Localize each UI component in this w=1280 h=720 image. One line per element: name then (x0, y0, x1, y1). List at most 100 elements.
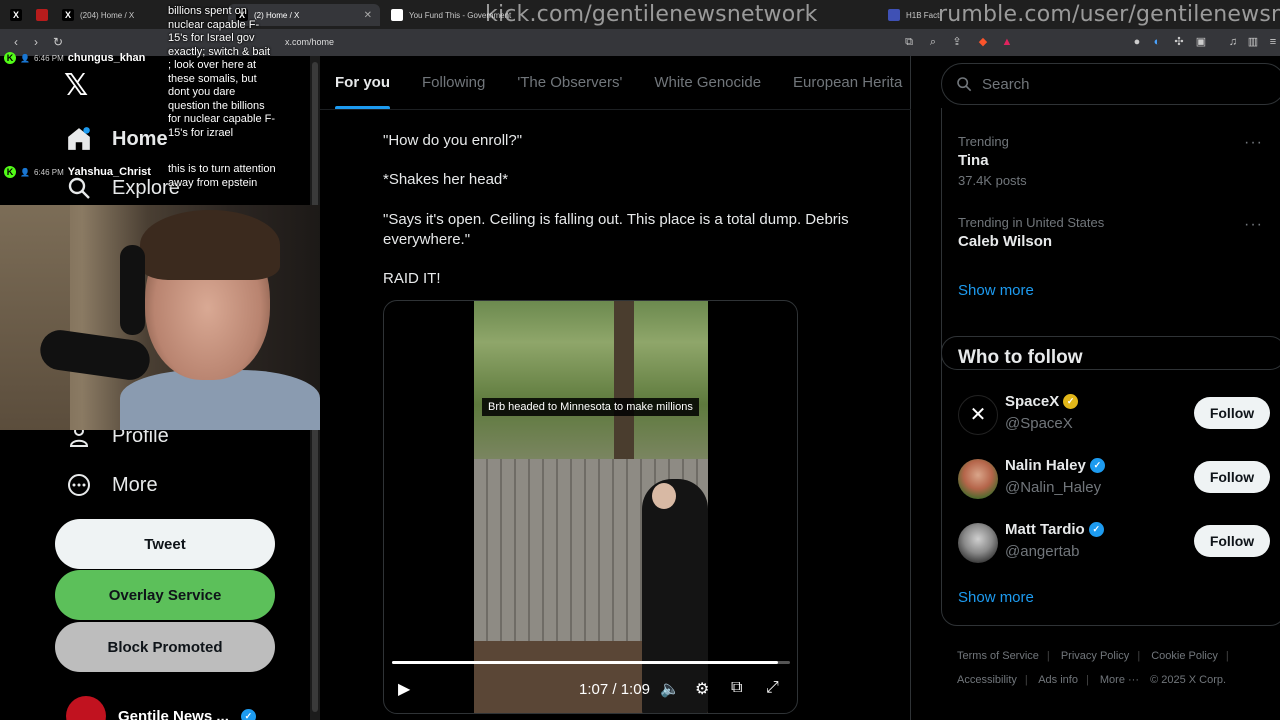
tab-following[interactable]: Following (422, 56, 485, 109)
chat-time: 6:46 PM (33, 167, 64, 177)
follow-suggestion[interactable]: ✕ SpaceX ✓ @SpaceX Follow (958, 393, 1278, 437)
x-logo-icon[interactable]: 𝕏 (64, 68, 88, 103)
chat-message-text: this is to turn attention away from epst… (168, 163, 276, 189)
pip-icon[interactable]: ⧉ (731, 679, 742, 697)
tab-pinned-2[interactable] (28, 4, 52, 26)
kick-watermark: kick.com/gentilenewsnetwork (485, 2, 818, 27)
kick-badge-icon: K (4, 52, 16, 64)
brave-rewards-icon[interactable]: ▲ (1000, 35, 1014, 49)
nav-item-more[interactable]: More (66, 472, 158, 498)
search-icon (957, 77, 972, 92)
headset (120, 245, 145, 335)
trend-count: 37.4K posts (958, 173, 1027, 188)
account-switcher[interactable]: Gentile News ... ✓ (66, 696, 256, 720)
person-outline-icon: 👤 (20, 53, 30, 63)
trend-name: Tina (958, 152, 989, 169)
extension-icon[interactable]: ◐ (1150, 35, 1164, 49)
chat-message-text: billions spent on nuclear capable F-15's… (168, 5, 275, 139)
tab-white-genocide[interactable]: White Genocide (654, 56, 761, 109)
follow-suggestion[interactable]: Nalin Haley ✓ @Nalin_Haley Follow (958, 457, 1278, 501)
verified-badge-icon: ✓ (240, 708, 256, 720)
footer-link[interactable]: Cookie Policy (1151, 650, 1218, 662)
video-progress-bar[interactable] (392, 661, 790, 664)
show-more-link[interactable]: Show more (958, 589, 1034, 606)
follow-button[interactable]: Follow (1194, 397, 1270, 429)
show-more-link[interactable]: Show more (958, 282, 1034, 299)
suggestion-name: SpaceX (1005, 393, 1060, 410)
play-icon[interactable]: ▶ (398, 679, 410, 699)
tab-for-you[interactable]: For you (335, 56, 390, 109)
footer-link[interactable]: Accessibility (957, 674, 1017, 686)
sidebar-icon[interactable]: ▥ (1246, 35, 1260, 49)
video-controls: ▶ 1:07 / 1:09 🔈 ⚙ ⧉ ⤢ (384, 675, 797, 709)
reload-icon[interactable]: ↻ (48, 35, 68, 49)
open-in-icon[interactable]: ⧉ (902, 35, 916, 49)
footer-link[interactable]: More ··· (1100, 674, 1139, 686)
suggestion-name: Matt Tardio (1005, 521, 1085, 538)
more-options-icon[interactable]: ··· (1244, 134, 1263, 152)
tab-european-heritage[interactable]: European Herita (793, 56, 902, 109)
share-icon[interactable]: ⇪ (950, 35, 964, 49)
fullscreen-icon[interactable]: ⤢ (766, 679, 779, 697)
suggestion-handle: @SpaceX (1005, 415, 1073, 432)
chat-message-header: K 👤 6:46 PM Yahshua_Christ (4, 166, 151, 178)
extensions-puzzle-icon[interactable]: ✣ (1172, 35, 1186, 49)
brave-shield-icon[interactable]: ◆ (976, 35, 990, 49)
avatar (66, 696, 106, 720)
suggestion-handle: @angertab (1005, 543, 1080, 560)
follow-button[interactable]: Follow (1194, 461, 1270, 493)
menu-icon[interactable]: ≡ (1266, 35, 1280, 49)
footer-link[interactable]: Ads info (1038, 674, 1078, 686)
tab-the-observers[interactable]: 'The Observers' (517, 56, 622, 109)
post-text: "How do you enroll?" (383, 132, 523, 149)
forward-icon[interactable]: › (26, 35, 46, 49)
footer-link[interactable]: Privacy Policy (1061, 650, 1129, 662)
gold-verified-badge-icon: ✓ (1063, 394, 1079, 409)
zoom-icon[interactable]: ⌕ (926, 35, 940, 49)
footer-link[interactable]: Terms of Service (957, 650, 1039, 662)
close-tab-icon[interactable]: ✕ (364, 10, 372, 21)
volume-icon[interactable]: 🔈 (660, 679, 680, 699)
nav-item-explore[interactable]: Explore (66, 175, 180, 201)
avatar (958, 523, 998, 563)
post-text: *Shakes her head* (383, 171, 509, 188)
settings-gear-icon[interactable]: ⚙ (695, 679, 709, 699)
home-icon (66, 126, 92, 152)
time-total: 1:09 (620, 681, 650, 698)
block-promoted-button[interactable]: Block Promoted (55, 622, 275, 672)
tab-label: (204) Home / X (80, 10, 135, 20)
webcam-background (0, 205, 70, 430)
video-player[interactable]: Brb headed to Minnesota to make millions… (383, 300, 798, 714)
video-timecode: 1:07 / 1:09 (579, 681, 650, 698)
follow-button[interactable]: Follow (1194, 525, 1270, 557)
tab-h1b-facts[interactable]: H1B Facts (880, 4, 940, 26)
back-icon[interactable]: ‹ (6, 35, 26, 49)
video-frame (474, 301, 708, 713)
video-caption: Brb headed to Minnesota to make millions (482, 398, 699, 416)
main-feed: For you Following 'The Observers' White … (320, 56, 911, 720)
extension-icon[interactable]: ● (1130, 35, 1144, 49)
trend-item[interactable]: Trending in United States Caleb Wilson (958, 215, 1104, 250)
follow-suggestion[interactable]: Matt Tardio ✓ @angertab Follow (958, 521, 1278, 565)
nav-item-home[interactable]: Home (66, 126, 168, 152)
person-outline-icon: 👤 (20, 167, 30, 177)
verified-badge-icon: ✓ (1089, 458, 1105, 473)
overlay-service-button[interactable]: Overlay Service (55, 570, 275, 620)
video-scene (652, 483, 676, 509)
more-options-icon[interactable]: ··· (1244, 216, 1263, 234)
tab-label: H1B Facts (906, 10, 940, 20)
media-icon[interactable]: ♫ (1226, 35, 1240, 49)
tab-x-pinned[interactable]: X (2, 4, 26, 26)
trends-panel: Trending Tina 37.4K posts ··· Trending i… (941, 108, 1280, 370)
search-input[interactable]: Search (941, 63, 1280, 105)
tweet-button[interactable]: Tweet (55, 519, 275, 569)
video-scene (614, 301, 634, 461)
account-name: Gentile News ... (118, 707, 229, 720)
more-circle-icon (66, 472, 92, 498)
kick-badge-icon: K (4, 166, 16, 178)
wallet-icon[interactable]: ▣ (1194, 35, 1208, 49)
trend-item[interactable]: Trending Tina 37.4K posts (958, 134, 1027, 188)
chat-username: chungus_khan (67, 52, 146, 64)
time-current: 1:07 (579, 681, 609, 698)
url-field[interactable]: x.com/home (285, 37, 334, 47)
